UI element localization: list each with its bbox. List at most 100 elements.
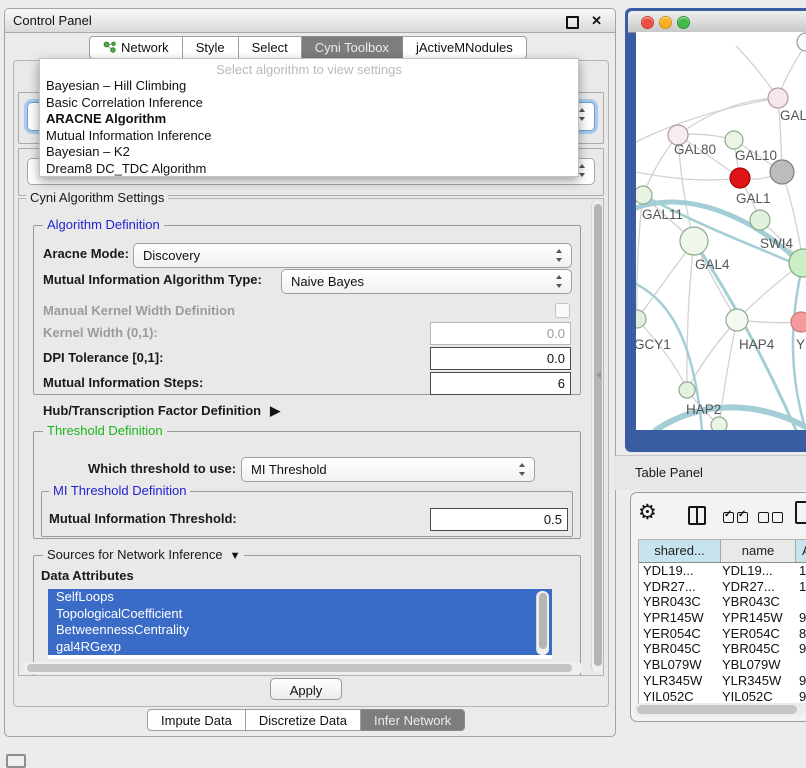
network-view-window: GALGAL80GAL10GAL1GAL11SWI4GAL4GCY1HAP4YH… [625, 8, 806, 452]
tab-style[interactable]: Style [183, 36, 239, 59]
apply-button[interactable]: Apply [270, 678, 342, 700]
table-cell: YBR045C [639, 641, 720, 657]
attribute-list-item[interactable]: gal4RGexp [48, 639, 552, 656]
close-window-icon[interactable]: ✕ [591, 12, 602, 29]
bottom-left-partial-icon[interactable] [6, 754, 26, 768]
show-columns-icon[interactable] [688, 506, 706, 525]
network-node[interactable] [730, 168, 750, 188]
aracne-mode-combo[interactable]: Discovery [133, 243, 572, 268]
tab-label: Network [121, 36, 169, 59]
tab-jactivemnodules[interactable]: jActiveMNodules [403, 36, 527, 59]
network-node-hap2[interactable] [679, 382, 695, 398]
dropdown-options: Bayesian – Hill ClimbingBasic Correlatio… [40, 78, 578, 177]
select-all-checkbox-icon[interactable]: ✓ [723, 512, 734, 523]
network-node-gal[interactable] [768, 88, 788, 108]
table-cell: 9. [794, 610, 806, 626]
network-node-y[interactable] [791, 312, 806, 332]
table-cell: YBR043C [720, 594, 794, 610]
network-node-hap4[interactable] [726, 309, 748, 331]
algorithm-option[interactable]: Bayesian – Hill Climbing [40, 78, 578, 95]
zoom-traffic-light[interactable] [677, 16, 690, 29]
table-row[interactable]: YER054CYER054C8. [639, 626, 806, 642]
minimize-traffic-light[interactable] [659, 16, 672, 29]
algorithm-option[interactable]: ARACNE Algorithm [40, 111, 578, 128]
algorithm-definition-title: Algorithm Definition [43, 217, 164, 232]
tab-discretize-data[interactable]: Discretize Data [246, 709, 361, 731]
algorithm-option[interactable]: Mutual Information Inference [40, 128, 578, 145]
table-row[interactable]: YPR145WYPR145W9. [639, 610, 806, 626]
settings-vscrollbar[interactable] [591, 201, 603, 673]
combo-arrows-icon [555, 248, 564, 263]
mi-steps-label: Mutual Information Steps: [43, 375, 203, 391]
select-all-checkbox-icon[interactable]: ✓ [737, 512, 748, 523]
attribute-list-scrollbar[interactable] [536, 591, 549, 655]
network-node-gal4[interactable] [680, 227, 708, 255]
settings-gear-icon[interactable]: ⚙ [638, 501, 657, 523]
attribute-list-item[interactable]: TopologicalCoefficient [48, 606, 552, 623]
split-pane-handle[interactable] [596, 371, 601, 379]
node-label: SWI4 [760, 236, 793, 251]
dpi-tolerance-field[interactable]: 0.0 [430, 347, 571, 370]
table-row[interactable]: YLR345WYLR345W9. [639, 673, 806, 689]
sources-group-title[interactable]: Sources for Network Inference▼ [43, 547, 244, 562]
tab-select[interactable]: Select [239, 36, 302, 59]
hub-definition-label: Hub/Transcription Factor Definition [43, 403, 261, 418]
table-hscrollbar[interactable] [634, 703, 806, 716]
column-header-name[interactable]: name [721, 540, 796, 562]
column-header-clipped[interactable]: A [796, 540, 806, 562]
column-header-shared-name[interactable]: shared... [639, 540, 721, 562]
network-node[interactable] [711, 417, 727, 430]
attribute-list-item[interactable]: BetweennessCentrality [48, 622, 552, 639]
data-attributes-list[interactable]: SelfLoopsTopologicalCoefficientBetweenne… [48, 589, 552, 659]
tab-network[interactable]: Network [89, 36, 183, 59]
network-node-gal10[interactable] [725, 131, 743, 149]
scrollbar-thumb[interactable] [539, 593, 547, 649]
table-cell: YLR345W [720, 673, 794, 689]
network-node-gal1[interactable] [750, 210, 770, 230]
tab-infer-network[interactable]: Infer Network [361, 709, 465, 731]
mi-threshold-group-title: MI Threshold Definition [49, 483, 190, 498]
algorithm-option[interactable]: Dream8 DC_TDC Algorithm [40, 161, 578, 178]
attribute-list-item[interactable]: SelfLoops [48, 589, 552, 606]
tab-cyni-toolbox[interactable]: Cyni Toolbox [302, 36, 403, 59]
tab-label: Style [196, 36, 225, 59]
deselect-all-checkbox-icon[interactable] [772, 512, 783, 523]
new-file-icon[interactable] [795, 501, 806, 524]
node-label: HAP2 [686, 402, 721, 417]
hub-definition-toggle[interactable]: Hub/Transcription Factor Definition ▶ [43, 403, 280, 419]
table-row[interactable]: YIL052CYIL052C9. [639, 689, 806, 705]
algorithm-option[interactable]: Basic Correlation Inference [40, 95, 578, 112]
float-window-icon[interactable] [566, 16, 579, 29]
control-panel-titlebar[interactable]: Control Panel ✕ [5, 9, 615, 33]
network-canvas[interactable]: GALGAL80GAL10GAL1GAL11SWI4GAL4GCY1HAP4YH… [636, 32, 806, 430]
mi-type-combo[interactable]: Naive Bayes [281, 269, 572, 294]
collapse-down-icon[interactable]: ▼ [230, 550, 241, 562]
table-cell: YBR045C [720, 641, 794, 657]
table-row[interactable]: YBL079WYBL079W [639, 657, 806, 673]
table-row[interactable]: YDR27...YDR27...12 [639, 579, 806, 595]
network-node-gcy1[interactable] [636, 310, 646, 328]
table-row[interactable]: YBR045CYBR045C9. [639, 641, 806, 657]
tab-impute-data[interactable]: Impute Data [147, 709, 246, 731]
table-row[interactable]: YDL19...YDL19...13 [639, 563, 806, 579]
scrollbar-thumb[interactable] [637, 705, 797, 714]
network-node-gal11[interactable] [636, 186, 652, 204]
close-traffic-light[interactable] [641, 16, 654, 29]
which-threshold-combo[interactable]: MI Threshold [241, 457, 535, 482]
manual-kernel-checkbox[interactable] [555, 303, 570, 318]
desktop: { "colors": { "selection_blue": "#3a6bc6… [0, 0, 806, 762]
tab-label: Select [252, 36, 288, 59]
mi-threshold-field[interactable]: 0.5 [430, 508, 568, 531]
algorithm-option[interactable]: Bayesian – K2 [40, 144, 578, 161]
network-window-titlebar[interactable] [628, 11, 806, 33]
table-row[interactable]: YBR043CYBR043C [639, 594, 806, 610]
deselect-all-checkbox-icon[interactable] [758, 512, 769, 523]
scrollbar-thumb[interactable] [594, 204, 602, 666]
mi-steps-field[interactable]: 6 [430, 372, 571, 395]
settings-hscrollbar[interactable] [23, 662, 583, 674]
aracne-mode-label: Aracne Mode: [43, 246, 129, 262]
network-node[interactable] [797, 33, 806, 51]
network-node[interactable] [770, 160, 794, 184]
scrollbar-thumb[interactable] [27, 664, 572, 672]
expand-right-icon[interactable]: ▶ [270, 403, 280, 419]
